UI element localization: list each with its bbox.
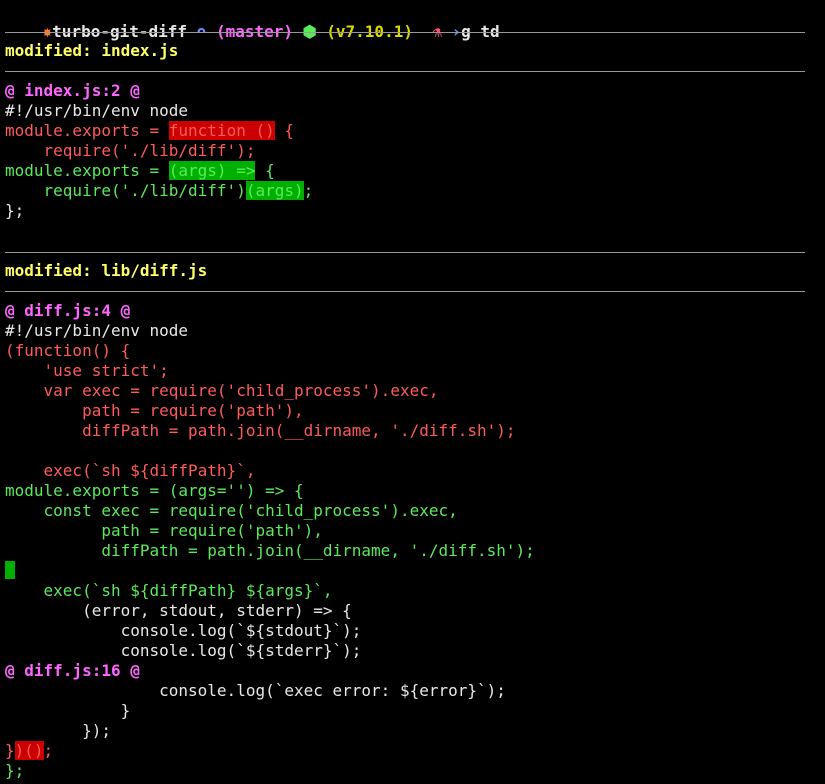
removed-line: exec(`sh ${diffPath}`, (5, 461, 256, 480)
hunk-header: @ diff.js:4 @ (5, 301, 131, 320)
added-line: module.exports = (args) => { (5, 161, 275, 181)
file-header-index: modified: index.js (5, 41, 179, 60)
context-line: (error, stdout, stderr) => { (5, 601, 352, 620)
added-line: exec(`sh ${diffPath} ${args}`, (5, 581, 333, 600)
removed-line: var exec = require('child_process').exec… (5, 381, 439, 400)
file-header-diff: modified: lib/diff.js (5, 261, 208, 280)
removed-line: (function() { (5, 341, 131, 360)
context-line: console.log(`exec error: ${error}`); (5, 681, 506, 700)
removed-line: })(); (5, 741, 53, 761)
shell-prompt: ✸turbo-git-diff ᴖ (master) ⬢ (v7.10.1) ⚗… (4, 2, 500, 41)
removed-line: path = require('path'), (5, 401, 304, 420)
removed-line: module.exports = function () { (5, 121, 294, 141)
hunk-header: @ diff.js:16 @ (5, 661, 140, 680)
added-line: }; (5, 761, 25, 780)
removed-line: diffPath = path.join(__dirname, './diff.… (5, 421, 516, 440)
added-line: path = require('path'), (5, 521, 323, 540)
terminal-window[interactable]: ✸turbo-git-diff ᴖ (master) ⬢ (v7.10.1) ⚗… (0, 0, 825, 784)
removed-text: } (5, 741, 15, 760)
context-line: console.log(`${stdout}`); (5, 621, 362, 640)
removed-highlight: )() (14, 741, 44, 760)
added-line: const exec = require('child_process').ex… (5, 501, 458, 520)
added-highlight: (args) (245, 181, 304, 200)
divider (5, 71, 805, 72)
added-line: module.exports = (args='') => { (5, 481, 304, 500)
added-line: diffPath = path.join(__dirname, './diff.… (5, 541, 535, 560)
divider (5, 32, 805, 33)
divider (5, 291, 805, 292)
removed-line: 'use strict'; (5, 361, 169, 380)
context-line: #!/usr/bin/env node (5, 321, 189, 340)
context-line: }; (5, 201, 25, 220)
context-line: }); (5, 721, 111, 740)
removed-text: ; (43, 741, 54, 760)
added-highlight: (args) => (168, 161, 256, 180)
added-text: module.exports = (5, 161, 169, 180)
removed-line: require('./lib/diff'); (5, 141, 256, 160)
added-blank-marker (5, 561, 15, 579)
added-text: require('./lib/diff') (5, 181, 246, 200)
hunk-header: @ index.js:2 @ (5, 81, 140, 100)
added-text: ; (303, 181, 314, 200)
removed-text: { (274, 121, 294, 140)
context-line: #!/usr/bin/env node (5, 101, 189, 120)
context-line: } (5, 701, 131, 720)
added-blank-line (5, 561, 15, 581)
added-line: require('./lib/diff')(args); (5, 181, 313, 201)
context-line: console.log(`${stderr}`); (5, 641, 362, 660)
divider (5, 252, 805, 253)
added-text: { (255, 161, 275, 180)
removed-text: module.exports = (5, 121, 169, 140)
removed-highlight: function () (168, 121, 275, 140)
